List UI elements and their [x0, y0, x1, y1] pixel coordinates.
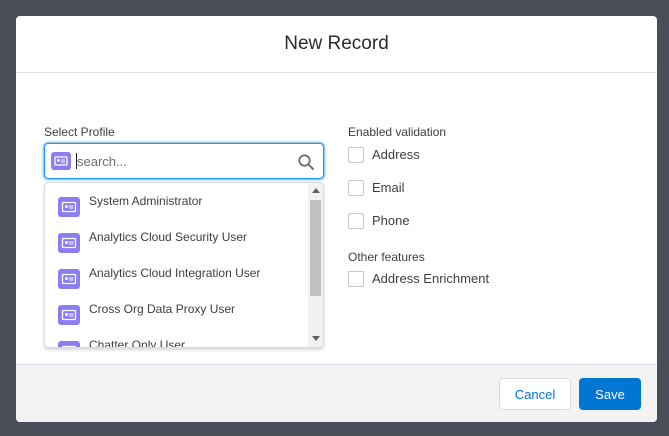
address-enrichment-checkbox-row[interactable]: Address Enrichment — [348, 271, 548, 289]
new-record-modal: New Record Select Profile search... Syst… — [16, 16, 657, 422]
modal-body: Select Profile search... System Administ… — [16, 73, 657, 364]
option-label: Analytics Cloud Security User — [89, 230, 248, 244]
option-label: Chatter Only User — [89, 338, 186, 348]
profile-dropdown-list: System Administrator Analytics Cloud Sec… — [44, 182, 324, 348]
email-checkbox[interactable] — [348, 180, 364, 196]
phone-checkbox[interactable] — [348, 213, 364, 229]
contact-card-icon — [58, 269, 80, 289]
list-item[interactable]: Analytics Cloud Integration User — [45, 259, 307, 293]
enabled-validation-heading: Enabled validation — [348, 125, 447, 139]
contact-card-icon — [58, 233, 80, 253]
phone-checkbox-row[interactable]: Phone — [348, 213, 548, 231]
email-checkbox-row[interactable]: Email — [348, 180, 548, 198]
profile-search-input[interactable] — [77, 151, 287, 171]
option-label: Cross Org Data Proxy User — [89, 302, 236, 316]
contact-card-icon — [58, 305, 80, 325]
phone-checkbox-label[interactable]: Phone — [372, 213, 410, 229]
cancel-button[interactable]: Cancel — [499, 378, 571, 410]
list-item[interactable]: Chatter Only User — [45, 331, 307, 348]
address-checkbox[interactable] — [348, 147, 364, 163]
profile-combobox[interactable] — [44, 143, 324, 179]
address-checkbox-row[interactable]: Address — [348, 147, 548, 165]
address-checkbox-label[interactable]: Address — [372, 147, 420, 163]
contact-card-icon — [51, 152, 71, 170]
contact-card-icon — [58, 341, 80, 347]
modal-header: New Record — [16, 16, 657, 73]
address-enrichment-checkbox[interactable] — [348, 271, 364, 287]
contact-card-icon — [58, 197, 80, 217]
dropdown-scrollbar[interactable] — [308, 183, 323, 347]
save-button[interactable]: Save — [579, 378, 641, 410]
modal-title: New Record — [284, 33, 389, 54]
search-icon[interactable] — [297, 153, 315, 171]
option-label: System Administrator — [89, 194, 203, 208]
list-item[interactable]: System Administrator — [45, 187, 307, 221]
triangle-down-icon[interactable] — [312, 336, 320, 341]
list-item[interactable]: Cross Org Data Proxy User — [45, 295, 307, 329]
email-checkbox-label[interactable]: Email — [372, 180, 405, 196]
other-features-heading: Other features — [348, 250, 425, 264]
list-item[interactable]: Analytics Cloud Security User — [45, 223, 307, 257]
triangle-up-icon[interactable] — [312, 188, 320, 193]
address-enrichment-checkbox-label[interactable]: Address Enrichment — [372, 271, 489, 287]
scrollbar-thumb[interactable] — [310, 200, 321, 296]
option-label: Analytics Cloud Integration User — [89, 266, 261, 280]
select-profile-label: Select Profile — [44, 125, 115, 139]
